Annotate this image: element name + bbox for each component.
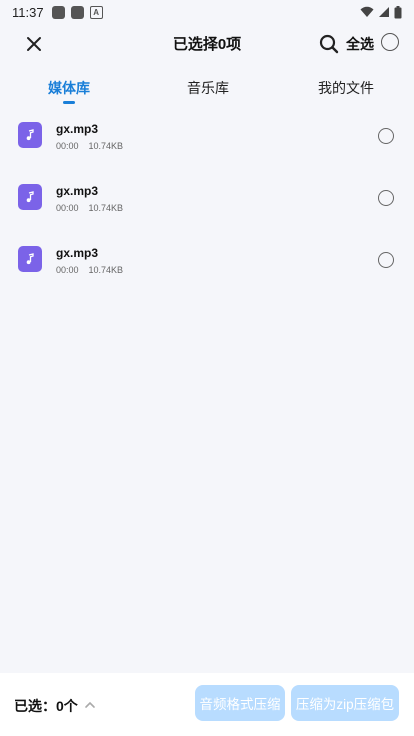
file-size: 10.74KB xyxy=(88,141,124,151)
select-all-radio[interactable] xyxy=(381,33,399,51)
zip-compress-button[interactable]: 压缩为zip压缩包 xyxy=(291,685,399,721)
file-select-radio[interactable] xyxy=(378,252,394,268)
file-select-radio[interactable] xyxy=(378,128,394,144)
file-meta: 00:00 10.74KB xyxy=(56,265,123,275)
bottom-action-bar: 已选：0个 音频格式压缩 压缩为zip压缩包 xyxy=(0,673,414,736)
file-duration: 00:00 xyxy=(56,141,79,151)
file-meta: 00:00 10.74KB xyxy=(56,141,123,151)
status-time: 11:37 xyxy=(12,4,44,20)
battery-icon xyxy=(394,5,402,18)
music-note-icon xyxy=(18,122,42,148)
tab-bar: 媒体库 音乐库 我的文件 xyxy=(0,74,414,106)
music-note-icon xyxy=(18,184,42,210)
select-all-label[interactable]: 全选 xyxy=(346,34,374,54)
tab-media-library[interactable]: 媒体库 xyxy=(48,78,90,98)
file-duration: 00:00 xyxy=(56,203,79,213)
tab-indicator xyxy=(63,101,75,104)
status-indicators xyxy=(360,5,402,19)
title-bar: 已选择0项 全选 xyxy=(0,24,414,62)
signal-icon xyxy=(379,7,389,17)
notification-a-icon: A xyxy=(89,5,103,19)
file-name: gx.mp3 xyxy=(56,246,99,260)
wifi-icon xyxy=(360,6,374,17)
file-size: 10.74KB xyxy=(88,265,124,275)
search-icon[interactable] xyxy=(318,33,340,55)
audio-compress-button[interactable]: 音频格式压缩 xyxy=(195,685,285,721)
list-item[interactable]: gx.mp3 00:00 10.74KB xyxy=(0,106,414,168)
file-list: gx.mp3 00:00 10.74KB gx.mp3 00:00 10.74KB … xyxy=(0,106,414,292)
file-meta: 00:00 10.74KB xyxy=(56,203,123,213)
music-note-icon xyxy=(18,246,42,272)
chevron-up-icon[interactable] xyxy=(84,699,96,711)
file-duration: 00:00 xyxy=(56,265,79,275)
status-bar: 11:37 A xyxy=(0,0,414,24)
file-select-radio[interactable] xyxy=(378,190,394,206)
tab-music-library[interactable]: 音乐库 xyxy=(187,78,229,98)
notification-icon xyxy=(70,5,84,19)
list-item[interactable]: gx.mp3 00:00 10.74KB xyxy=(0,168,414,230)
tab-my-files[interactable]: 我的文件 xyxy=(318,78,374,98)
list-item[interactable]: gx.mp3 00:00 10.74KB xyxy=(0,230,414,292)
selected-count-label: 已选：0个 xyxy=(14,698,78,714)
file-size: 10.74KB xyxy=(88,203,124,213)
file-name: gx.mp3 xyxy=(56,122,99,136)
notification-icon xyxy=(51,5,65,19)
file-name: gx.mp3 xyxy=(56,184,99,198)
